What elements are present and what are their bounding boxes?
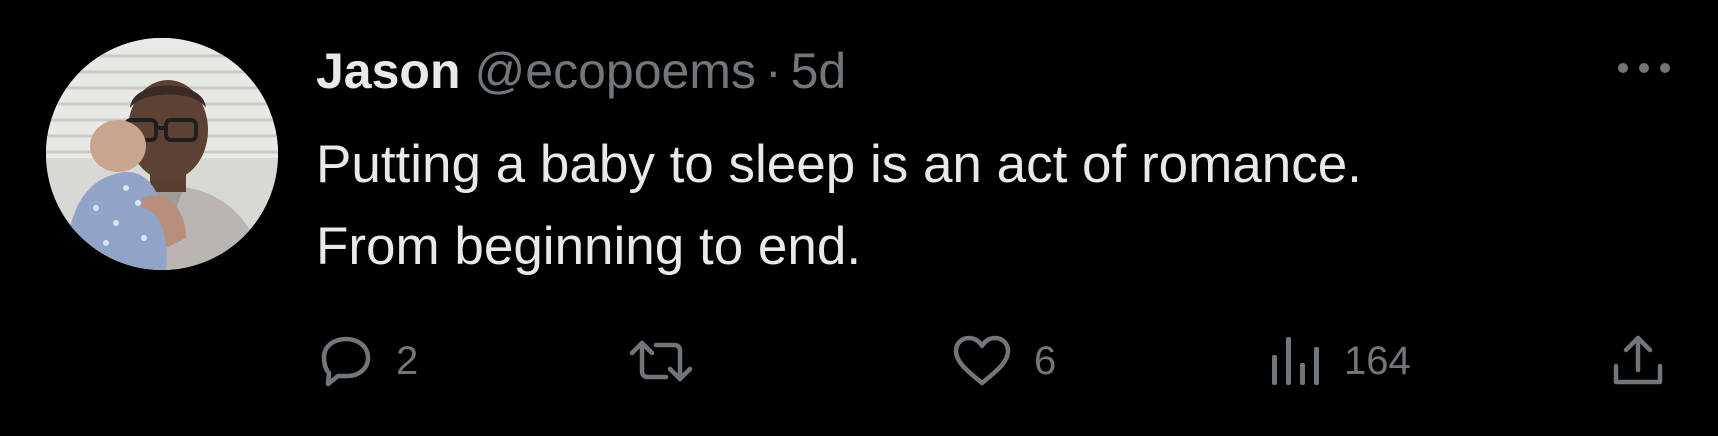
share-button[interactable] xyxy=(1608,330,1668,392)
like-button[interactable]: 6 xyxy=(950,330,1056,392)
avatar-photo xyxy=(46,38,278,270)
tweet-header: Jason @ecopoems · 5d xyxy=(316,36,846,106)
reply-count: 2 xyxy=(396,339,419,383)
timestamp[interactable]: 5d xyxy=(791,36,847,106)
like-count: 6 xyxy=(1034,339,1057,383)
user-handle[interactable]: @ecopoems xyxy=(475,36,756,106)
tweet-text: Putting a baby to sleep is an act of rom… xyxy=(316,135,1362,276)
tweet-card[interactable]: Jason @ecopoems · 5d Putting a baby to s… xyxy=(0,0,1718,436)
views-button[interactable]: 164 xyxy=(1268,330,1411,392)
header-separator: · xyxy=(764,43,782,99)
heart-icon xyxy=(950,333,1014,389)
retweet-arrows-icon xyxy=(626,333,696,389)
reply-bubble-icon xyxy=(316,333,376,389)
more-horizontal-icon xyxy=(1618,63,1670,73)
more-options-button[interactable] xyxy=(1612,48,1676,88)
bar-chart-icon xyxy=(1268,333,1324,389)
reply-button[interactable]: 2 xyxy=(316,330,418,392)
view-count: 164 xyxy=(1344,339,1411,383)
retweet-button[interactable] xyxy=(626,330,716,392)
avatar[interactable] xyxy=(46,38,278,270)
share-upload-icon xyxy=(1608,332,1668,390)
display-name[interactable]: Jason xyxy=(316,36,461,106)
